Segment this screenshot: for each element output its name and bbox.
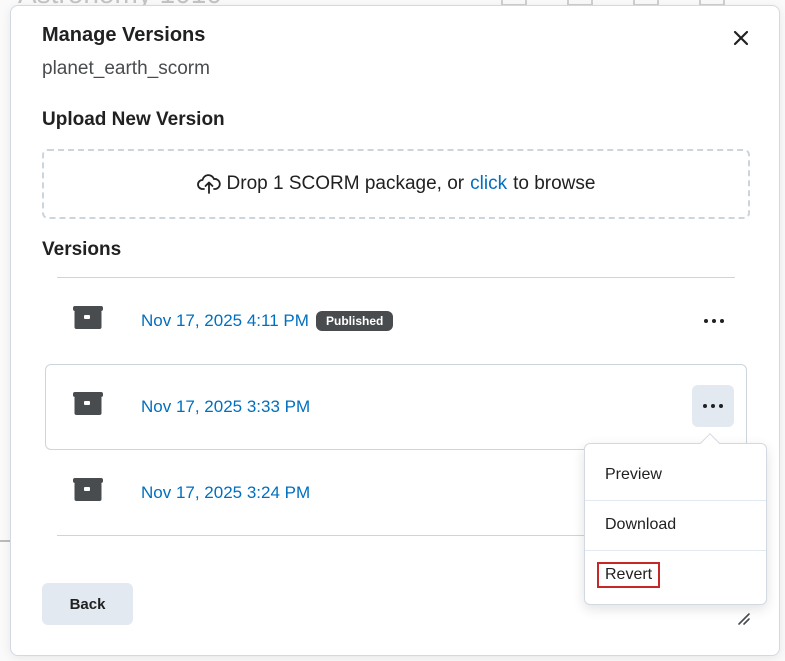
- package-icon: [73, 478, 103, 507]
- version-row: Nov 17, 2025 4:11 PM Published: [45, 278, 747, 364]
- menu-item-preview[interactable]: Preview: [585, 450, 766, 500]
- version-row: Nov 17, 2025 3:33 PM: [45, 364, 747, 450]
- close-icon: [733, 30, 749, 46]
- more-options-icon: [704, 319, 724, 323]
- dropzone-text: Drop 1 SCORM package, or: [226, 173, 465, 194]
- package-icon: [73, 392, 103, 421]
- package-icon: [73, 306, 103, 335]
- versions-section-title: Versions: [42, 239, 122, 260]
- back-button[interactable]: Back: [42, 583, 133, 625]
- more-options-icon: [703, 404, 723, 408]
- browse-link[interactable]: click: [470, 173, 507, 195]
- menu-item-revert[interactable]: Revert: [585, 550, 766, 600]
- upload-section-title: Upload New Version: [42, 109, 225, 130]
- version-date-link[interactable]: Nov 17, 2025 4:11 PM: [141, 311, 309, 331]
- upload-dropzone[interactable]: Drop 1 SCORM package, or click to browse: [42, 149, 750, 219]
- version-actions-menu: Preview Download Revert: [584, 433, 767, 605]
- dialog-title: Manage Versions: [42, 24, 206, 46]
- resize-handle-icon[interactable]: [737, 612, 751, 631]
- version-date-link[interactable]: Nov 17, 2025 3:24 PM: [141, 483, 310, 503]
- version-actions-button[interactable]: [693, 300, 735, 342]
- package-name: planet_earth_scorm: [42, 58, 210, 79]
- close-button[interactable]: [727, 24, 755, 52]
- version-date-link[interactable]: Nov 17, 2025 3:33 PM: [141, 397, 310, 417]
- cloud-upload-icon: [196, 173, 221, 195]
- menu-item-label: Preview: [605, 466, 662, 483]
- dropzone-text-suffix: to browse: [513, 173, 596, 194]
- menu-item-label: Download: [605, 516, 677, 533]
- menu-item-label: Revert: [597, 562, 661, 588]
- published-badge: Published: [316, 311, 394, 331]
- menu-item-download[interactable]: Download: [585, 500, 766, 550]
- version-actions-button[interactable]: [692, 385, 734, 427]
